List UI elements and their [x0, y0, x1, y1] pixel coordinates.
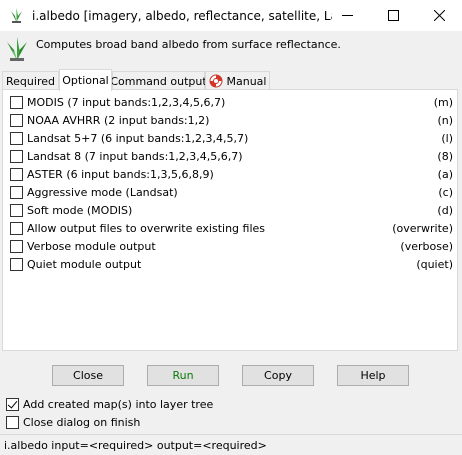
grass-module-icon — [7, 37, 27, 61]
option-flag: (n) — [437, 114, 453, 127]
title-bar: i.albedo [imagery, albedo, reflectance, … — [0, 0, 462, 31]
option-flag: (c) — [438, 186, 453, 199]
option-soft[interactable]: Soft mode (MODIS) (d) — [10, 202, 453, 219]
tab-optional-label: Optional — [62, 74, 109, 87]
option-label: Quiet module output — [27, 258, 142, 271]
option-checkbox[interactable] — [10, 132, 23, 145]
status-bar: i.albedo input=<required> output=<requir… — [0, 434, 462, 455]
run-button[interactable]: Run — [147, 365, 219, 386]
help-button[interactable]: Help — [337, 365, 409, 386]
option-checkbox[interactable] — [10, 186, 23, 199]
option-flag: (overwrite) — [392, 222, 453, 235]
option-flag: (d) — [437, 204, 453, 217]
option-checkbox[interactable] — [10, 96, 23, 109]
maximize-button[interactable] — [370, 0, 416, 31]
close-button[interactable]: Close — [52, 365, 124, 386]
option-label: Landsat 5+7 (6 input bands:1,2,3,4,5,7) — [27, 132, 249, 145]
option-flag: (a) — [437, 168, 453, 181]
option-flag: (l) — [441, 132, 453, 145]
add-to-layer-tree-label: Add created map(s) into layer tree — [23, 397, 214, 411]
command-preview: i.albedo input=<required> output=<requir… — [4, 438, 267, 452]
option-label: Landsat 8 (7 input bands:1,2,3,4,5,6,7) — [27, 150, 243, 163]
option-checkbox[interactable] — [10, 204, 23, 217]
option-landsat57[interactable]: Landsat 5+7 (6 input bands:1,2,3,4,5,7) … — [10, 130, 453, 147]
module-header: Computes broad band albedo from surface … — [0, 31, 462, 67]
tab-manual[interactable]: Manual — [205, 71, 270, 90]
option-label: Aggressive mode (Landsat) — [27, 186, 178, 199]
tab-manual-label: Manual — [226, 74, 267, 88]
add-to-layer-tree-checkbox[interactable] — [6, 397, 19, 411]
module-description: Computes broad band albedo from surface … — [36, 38, 341, 51]
tab-required[interactable]: Required — [2, 71, 59, 90]
close-on-finish-option[interactable]: Close dialog on finish — [6, 414, 306, 430]
option-label: Verbose module output — [27, 240, 156, 253]
close-window-button[interactable] — [416, 0, 462, 31]
option-verbose[interactable]: Verbose module output (verbose) — [10, 238, 453, 255]
option-landsat8[interactable]: Landsat 8 (7 input bands:1,2,3,4,5,6,7) … — [10, 148, 453, 165]
tab-optional[interactable]: Optional — [59, 69, 112, 91]
add-to-layer-tree-option[interactable]: Add created map(s) into layer tree — [6, 396, 306, 412]
option-flag: (quiet) — [416, 258, 453, 271]
option-checkbox[interactable] — [10, 150, 23, 163]
tab-required-label: Required — [6, 74, 55, 88]
option-label: Allow output files to overwrite existing… — [27, 222, 266, 235]
close-on-finish-checkbox[interactable] — [6, 415, 19, 429]
lifebuoy-icon — [209, 74, 222, 88]
option-avhrr[interactable]: NOAA AVHRR (2 input bands:1,2) (n) — [10, 112, 453, 129]
option-flag: (8) — [437, 150, 453, 163]
option-overwrite[interactable]: Allow output files to overwrite existing… — [10, 220, 453, 237]
tab-bar: Required Optional Command output Manual — [2, 69, 460, 91]
option-aggressive[interactable]: Aggressive mode (Landsat) (c) — [10, 184, 453, 201]
option-checkbox[interactable] — [10, 114, 23, 127]
option-flag: (verbose) — [400, 240, 453, 253]
tab-command-output-label: Command output — [110, 74, 207, 88]
option-label: MODIS (7 input bands:1,2,3,4,5,6,7) — [27, 96, 226, 109]
minimize-icon — [341, 15, 353, 16]
option-aster[interactable]: ASTER (6 input bands:1,3,5,6,8,9) (a) — [10, 166, 453, 183]
tab-command-output[interactable]: Command output — [110, 71, 207, 90]
close-icon — [433, 10, 445, 21]
grass-app-icon — [11, 8, 22, 23]
maximize-icon — [387, 10, 399, 21]
window-title: i.albedo [imagery, albedo, reflectance, … — [32, 9, 332, 23]
option-checkbox[interactable] — [10, 240, 23, 253]
option-label: Soft mode (MODIS) — [27, 204, 133, 217]
optional-panel: MODIS (7 input bands:1,2,3,4,5,6,7) (m) … — [2, 89, 458, 351]
option-checkbox[interactable] — [10, 168, 23, 181]
option-label: ASTER (6 input bands:1,3,5,6,8,9) — [27, 168, 214, 181]
option-flag: (m) — [433, 96, 453, 109]
copy-button[interactable]: Copy — [242, 365, 314, 386]
close-on-finish-label: Close dialog on finish — [23, 415, 141, 429]
option-modis[interactable]: MODIS (7 input bands:1,2,3,4,5,6,7) (m) — [10, 94, 453, 111]
option-checkbox[interactable] — [10, 222, 23, 235]
option-label: NOAA AVHRR (2 input bands:1,2) — [27, 114, 210, 127]
option-quiet[interactable]: Quiet module output (quiet) — [10, 256, 453, 273]
option-checkbox[interactable] — [10, 258, 23, 271]
minimize-button[interactable] — [324, 0, 370, 31]
